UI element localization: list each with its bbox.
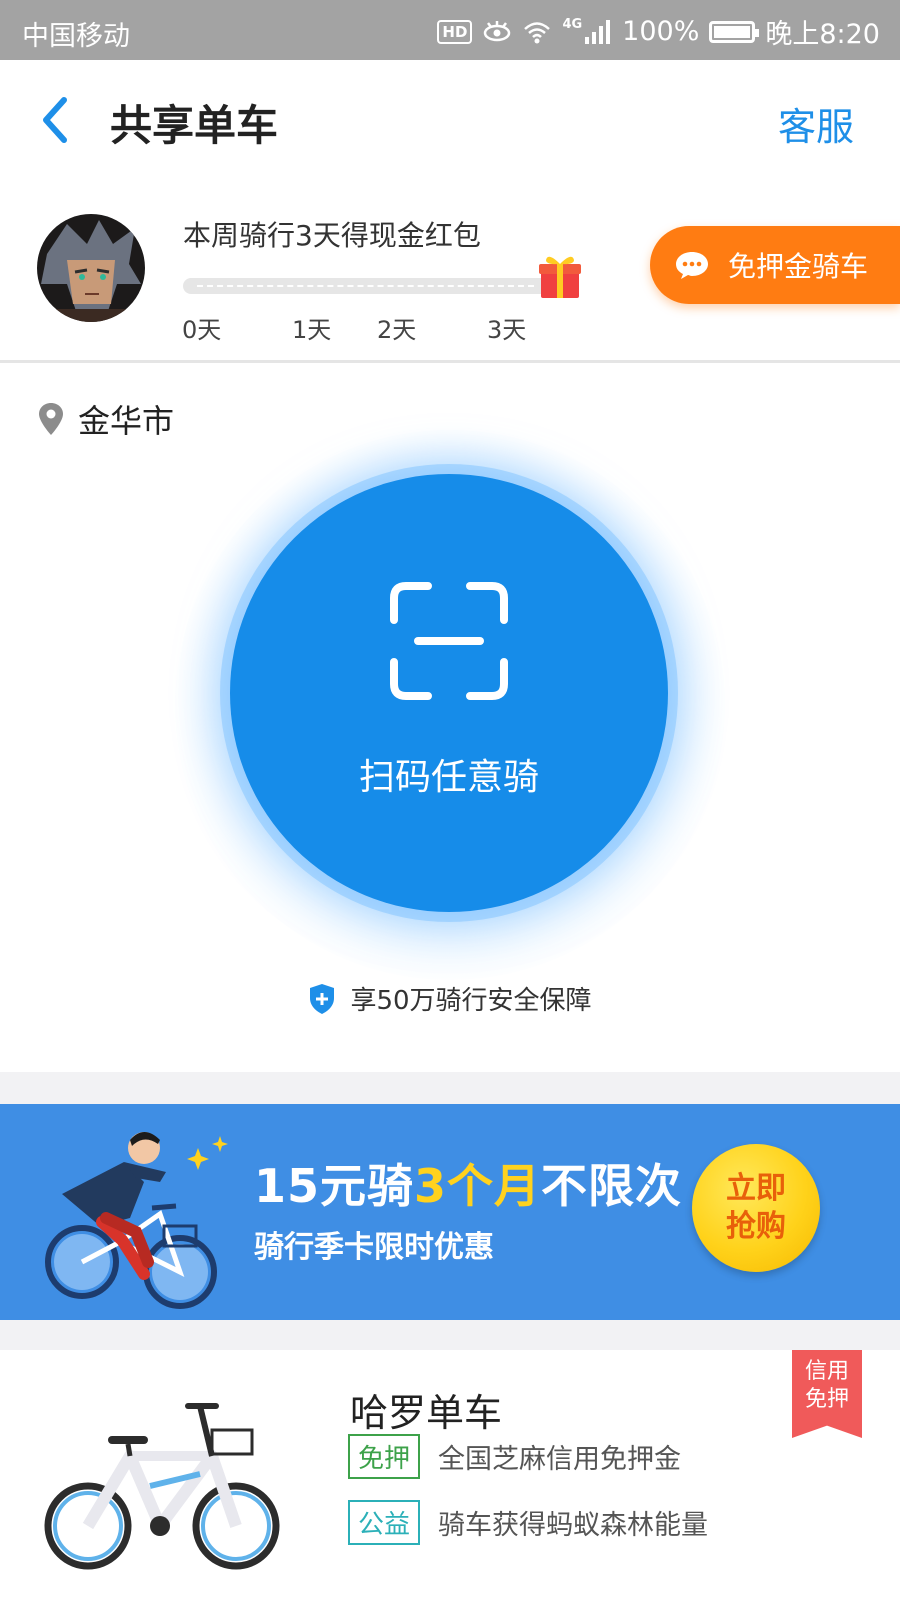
buy-now-button[interactable]: 立即 抢购 <box>692 1144 820 1272</box>
hd-icon: HD <box>437 19 473 44</box>
buy-now-line2: 抢购 <box>726 1209 786 1244</box>
status-icons: HD 4G 100% 晚上8:20 <box>437 12 880 51</box>
bike-provider-card[interactable]: 哈罗单车 信用 免押 免押 全国芝麻信用免押金 公益 骑车获得蚂蚁森林能量 <box>0 1350 900 1600</box>
avatar[interactable] <box>37 214 145 322</box>
wifi-icon <box>524 21 551 43</box>
status-bar: 中国移动 HD 4G 100% 晚上8:20 <box>0 0 900 60</box>
app-header: 共享单车 客服 <box>0 60 900 182</box>
deposit-free-label: 免押金骑车 <box>728 250 869 283</box>
scan-qr-icon <box>390 582 508 700</box>
battery-icon <box>709 20 760 43</box>
feature-tag: 免押 <box>348 1434 421 1479</box>
feature-description: 全国芝麻信用免押金 <box>438 1444 682 1475</box>
weekly-progress-bar <box>183 278 548 294</box>
section-gap <box>0 1072 900 1104</box>
customer-service-button[interactable]: 客服 <box>778 96 854 151</box>
ribbon-line1: 信用 <box>804 1359 849 1384</box>
scan-button-label: 扫码任意骑 <box>358 757 539 798</box>
signal-icon <box>585 19 611 44</box>
sparkle-icon <box>187 1136 228 1170</box>
rider-reward-card: 本周骑行3天得现金红包 0天 1天 2天 3天 免押金骑车 <box>0 182 900 362</box>
red-packet-gift-icon <box>539 256 581 298</box>
credit-deposit-free-ribbon: 信用 免押 <box>792 1350 862 1438</box>
eye-icon <box>484 20 511 41</box>
location-selector[interactable]: 金华市 <box>36 396 174 442</box>
feature-row: 公益 骑车获得蚂蚁森林能量 <box>348 1500 708 1545</box>
avatar-image <box>37 214 145 322</box>
promo-headline-part2: 不限次 <box>541 1159 683 1213</box>
insurance-text: 享50万骑行安全保障 <box>350 986 592 1016</box>
promo-headline: 15元骑3个月不限次 <box>254 1150 682 1216</box>
promo-subline: 骑行季卡限时优惠 <box>254 1230 494 1265</box>
scan-to-ride-button[interactable]: 扫码任意骑 <box>230 474 668 912</box>
promo-headline-part1: 15元骑 <box>254 1159 415 1213</box>
location-pin-icon <box>39 403 63 435</box>
back-arrow-icon[interactable] <box>30 90 80 150</box>
battery-percent: 100% <box>622 16 700 47</box>
feature-row: 免押 全国芝麻信用免押金 <box>348 1434 681 1479</box>
feature-tag: 公益 <box>348 1500 421 1545</box>
shield-icon <box>310 983 335 1014</box>
day-label-2: 2天 <box>377 316 417 344</box>
hellobike-bicycle-image <box>44 1403 280 1570</box>
provider-name: 哈罗单车 <box>350 1391 503 1435</box>
insurance-notice: 享50万骑行安全保障 <box>0 980 900 1017</box>
chat-bubble-icon <box>676 252 708 279</box>
promo-banner[interactable]: 15元骑3个月不限次 骑行季卡限时优惠 立即 抢购 <box>0 1104 900 1320</box>
page-title: 共享单车 <box>110 101 279 150</box>
section-gap <box>0 1320 900 1350</box>
feature-description: 骑车获得蚂蚁森林能量 <box>438 1510 709 1541</box>
day-label-1: 1天 <box>292 316 332 344</box>
section-divider <box>0 360 900 363</box>
weekly-reward-title: 本周骑行3天得现金红包 <box>183 219 481 252</box>
promo-headline-highlight: 3个月 <box>414 1159 542 1213</box>
day-label-0: 0天 <box>182 316 222 344</box>
buy-now-line1: 立即 <box>726 1171 786 1206</box>
deposit-free-ride-button[interactable]: 免押金骑车 <box>650 226 900 304</box>
day-label-3: 3天 <box>487 316 527 344</box>
clock: 晚上8:20 <box>765 19 880 50</box>
ribbon-line2: 免押 <box>804 1387 849 1412</box>
city-name: 金华市 <box>78 402 175 440</box>
carrier-name: 中国移动 <box>22 21 130 52</box>
network-type: 4G <box>562 17 583 32</box>
